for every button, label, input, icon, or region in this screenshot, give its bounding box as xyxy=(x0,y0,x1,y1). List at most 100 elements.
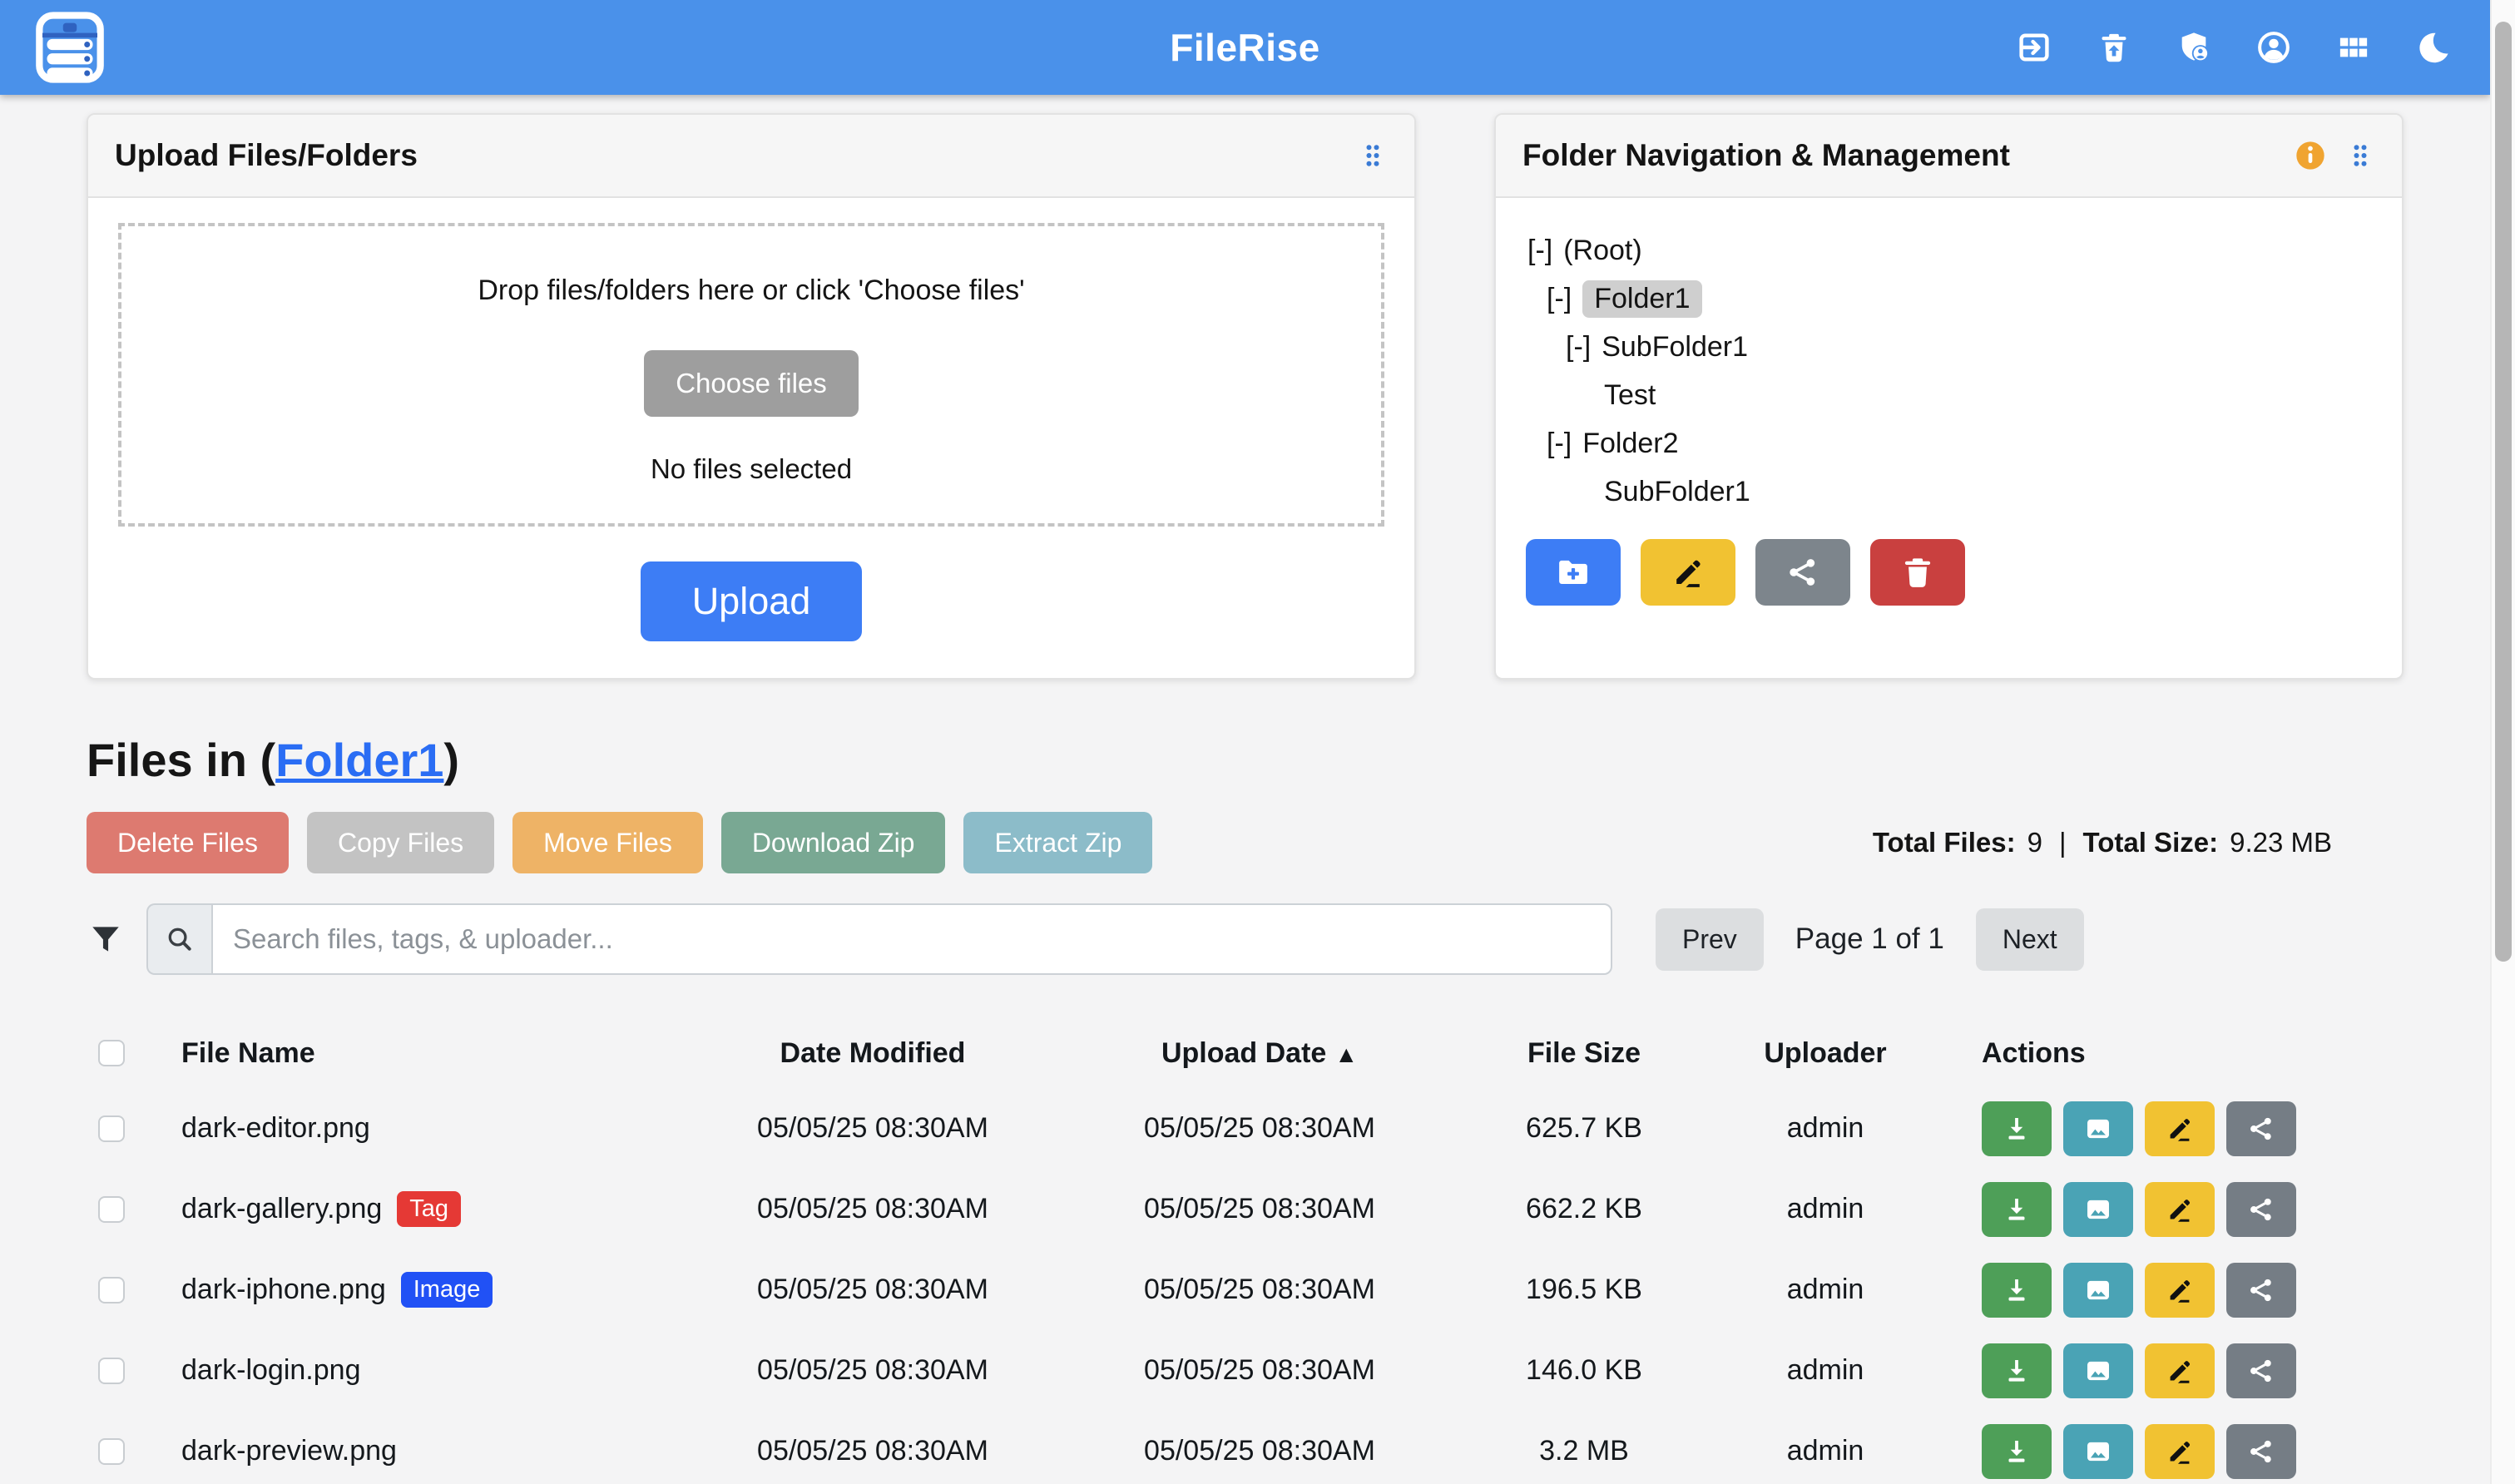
upload-card-body: Drop files/folders here or click 'Choose… xyxy=(88,198,1414,678)
files-heading-prefix: Files in ( xyxy=(87,734,275,786)
share-button[interactable] xyxy=(2226,1182,2296,1237)
filter-button[interactable] xyxy=(87,920,125,958)
copy-files-button[interactable]: Copy Files xyxy=(307,812,494,873)
tree-item-subfolder1-2[interactable]: SubFolder1 xyxy=(1526,467,2372,516)
prev-page-button[interactable]: Prev xyxy=(1656,908,1764,971)
download-button[interactable] xyxy=(1982,1101,2052,1156)
current-folder-link[interactable]: Folder1 xyxy=(275,734,443,786)
tree-toggle[interactable]: [-] xyxy=(1566,331,1591,364)
share-button[interactable] xyxy=(2226,1101,2296,1156)
logout-button[interactable] xyxy=(2016,29,2052,66)
row-checkbox[interactable] xyxy=(98,1115,125,1142)
total-files-label: Total Files: xyxy=(1873,827,2016,858)
preview-button[interactable] xyxy=(2063,1343,2133,1398)
rename-button[interactable] xyxy=(2145,1263,2215,1318)
uploader: admin xyxy=(1717,1193,1933,1225)
share-folder-button[interactable] xyxy=(1755,539,1850,606)
rename-button[interactable] xyxy=(2145,1343,2215,1398)
total-files-value: 9 xyxy=(2027,827,2042,858)
rename-button[interactable] xyxy=(2145,1424,2215,1479)
download-button[interactable] xyxy=(1982,1263,2052,1318)
upload-card: Upload Files/Folders Drop files/folders … xyxy=(87,113,1416,680)
files-table: File Name Date Modified Upload Date▲ Fil… xyxy=(87,1018,2404,1484)
download-button[interactable] xyxy=(1982,1343,2052,1398)
col-upload-date[interactable]: Upload Date▲ xyxy=(1068,1037,1451,1070)
file-dropzone[interactable]: Drop files/folders here or click 'Choose… xyxy=(118,223,1384,527)
folder-card-drag-handle[interactable] xyxy=(2345,141,2375,171)
dark-mode-icon xyxy=(2415,29,2452,66)
table-header-row: File Name Date Modified Upload Date▲ Fil… xyxy=(87,1018,2404,1088)
folder-nav-card: Folder Navigation & Management [-] (Root… xyxy=(1494,113,2404,680)
uploader: admin xyxy=(1717,1435,1933,1467)
preview-button[interactable] xyxy=(2063,1424,2133,1479)
tree-label[interactable]: SubFolder1 xyxy=(1602,331,1748,364)
download-zip-button[interactable]: Download Zip xyxy=(721,812,946,873)
share-icon xyxy=(1784,553,1822,591)
tree-item-folder2[interactable]: [-] Folder2 xyxy=(1526,419,2372,467)
scrollbar-thumb[interactable] xyxy=(2495,22,2512,962)
admin-shield-icon xyxy=(2176,29,2212,66)
preview-button[interactable] xyxy=(2063,1101,2133,1156)
share-button[interactable] xyxy=(2226,1424,2296,1479)
row-checkbox[interactable] xyxy=(98,1277,125,1303)
grid-view-button[interactable] xyxy=(2335,29,2372,66)
delete-files-button[interactable]: Delete Files xyxy=(87,812,289,873)
tree-item-root[interactable]: [-] (Root) xyxy=(1526,226,2372,275)
folder-actions xyxy=(1526,539,2372,606)
share-icon xyxy=(2245,1274,2277,1306)
tree-label[interactable]: Folder2 xyxy=(1582,428,1678,460)
filter-icon xyxy=(87,920,125,958)
folder-info-button[interactable] xyxy=(2294,139,2327,172)
rename-button[interactable] xyxy=(2145,1101,2215,1156)
preview-button[interactable] xyxy=(2063,1182,2133,1237)
download-button[interactable] xyxy=(1982,1182,2052,1237)
tree-label[interactable]: (Root) xyxy=(1563,235,1641,267)
row-checkbox[interactable] xyxy=(98,1438,125,1465)
delete-folder-button[interactable] xyxy=(1870,539,1965,606)
download-button[interactable] xyxy=(1982,1424,2052,1479)
upload-card-drag-handle[interactable] xyxy=(1358,141,1388,171)
share-icon xyxy=(2245,1355,2277,1387)
menu-logo-button[interactable] xyxy=(33,11,106,84)
tree-item-test[interactable]: Test xyxy=(1526,371,2372,419)
tree-toggle[interactable]: [-] xyxy=(1547,283,1572,315)
upload-button[interactable]: Upload xyxy=(641,561,863,641)
file-name: dark-editor.png xyxy=(181,1112,370,1145)
tree-label[interactable]: Test xyxy=(1604,379,1656,412)
dark-mode-toggle[interactable] xyxy=(2415,29,2452,66)
total-size-label: Total Size: xyxy=(2083,827,2219,858)
tree-item-subfolder1[interactable]: [-] SubFolder1 xyxy=(1526,323,2372,371)
tree-label[interactable]: SubFolder1 xyxy=(1604,476,1750,508)
choose-files-button[interactable]: Choose files xyxy=(644,350,859,417)
totals-summary: Total Files: 9 | Total Size: 9.23 MB xyxy=(1873,827,2332,858)
pagination: Prev Page 1 of 1 Next xyxy=(1656,908,2084,971)
share-button[interactable] xyxy=(2226,1263,2296,1318)
extract-zip-button[interactable]: Extract Zip xyxy=(963,812,1152,873)
create-folder-button[interactable] xyxy=(1526,539,1621,606)
next-page-button[interactable]: Next xyxy=(1976,908,2084,971)
account-button[interactable] xyxy=(2255,29,2292,66)
search-input[interactable] xyxy=(211,903,1612,975)
col-file-size[interactable]: File Size xyxy=(1451,1037,1717,1070)
restore-trash-button[interactable] xyxy=(2096,29,2132,66)
tree-toggle[interactable]: [-] xyxy=(1527,235,1552,267)
row-checkbox[interactable] xyxy=(98,1196,125,1223)
select-all-checkbox[interactable] xyxy=(98,1040,125,1066)
col-date-modified[interactable]: Date Modified xyxy=(677,1037,1068,1070)
download-icon xyxy=(2001,1194,2032,1225)
share-button[interactable] xyxy=(2226,1343,2296,1398)
move-files-button[interactable]: Move Files xyxy=(512,812,703,873)
row-checkbox[interactable] xyxy=(98,1358,125,1384)
tree-item-folder1[interactable]: [-] Folder1 xyxy=(1526,275,2372,323)
rename-folder-button[interactable] xyxy=(1641,539,1735,606)
info-icon xyxy=(2294,139,2327,172)
admin-panel-button[interactable] xyxy=(2176,29,2212,66)
rename-button[interactable] xyxy=(2145,1182,2215,1237)
preview-button[interactable] xyxy=(2063,1263,2133,1318)
col-uploader[interactable]: Uploader xyxy=(1717,1037,1933,1070)
tree-label-selected[interactable]: Folder1 xyxy=(1582,280,1701,318)
pencil-icon xyxy=(2164,1194,2196,1225)
tree-toggle[interactable]: [-] xyxy=(1547,428,1572,460)
col-file-name[interactable]: File Name xyxy=(161,1037,677,1070)
file-size: 662.2 KB xyxy=(1451,1193,1717,1225)
